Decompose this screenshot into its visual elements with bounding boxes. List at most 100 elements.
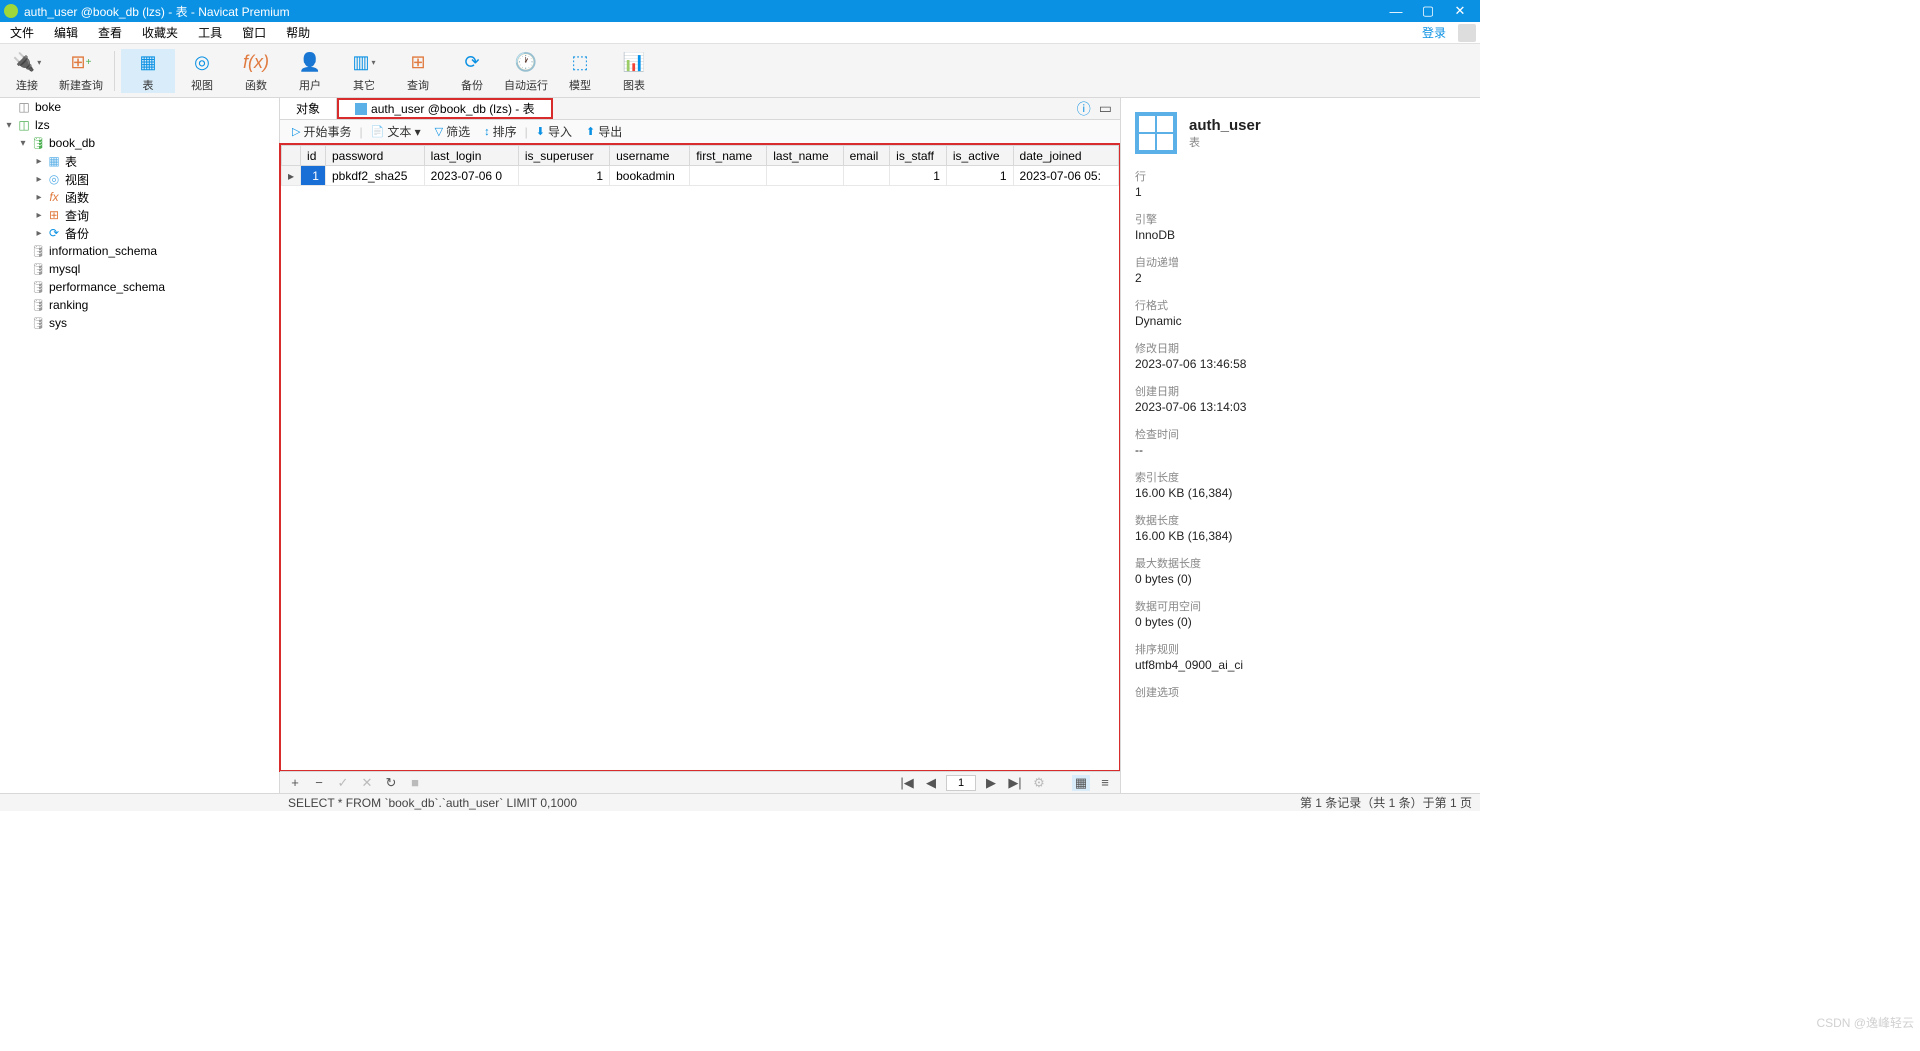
cell-is_superuser[interactable]: 1 — [518, 166, 609, 186]
prop-value: 1 — [1135, 185, 1466, 199]
toolbar-model[interactable]: ⬚ 模型 — [553, 49, 607, 93]
tree-item-函数[interactable]: ▸fx函数 — [0, 188, 279, 206]
next-page-button[interactable]: ▶ — [982, 775, 1000, 791]
toolbar-new-query[interactable]: ⊞+ 新建查询 — [54, 49, 108, 93]
toolbar: 🔌▾ 连接 ⊞+ 新建查询 ▦ 表 ◎ 视图 f(x) 函数 👤 用户 ▥▾ 其… — [0, 44, 1480, 98]
login-link[interactable]: 登录 — [1412, 22, 1456, 44]
toolbar-view[interactable]: ◎ 视图 — [175, 49, 229, 93]
sidebar-tree[interactable]: ◫boke▾◫lzs▾🛢book_db▸▦表▸◎视图▸fx函数▸⊞查询▸⟳备份🛢… — [0, 98, 280, 793]
tree-item-mysql[interactable]: 🛢mysql — [0, 260, 279, 278]
commit-button[interactable]: ✓ — [334, 775, 352, 791]
menu-edit[interactable]: 编辑 — [44, 22, 88, 44]
tree-item-sys[interactable]: 🛢sys — [0, 314, 279, 332]
tree-item-performance_schema[interactable]: 🛢performance_schema — [0, 278, 279, 296]
cell-last_login[interactable]: 2023-07-06 0 — [424, 166, 518, 186]
menu-tools[interactable]: 工具 — [188, 22, 232, 44]
last-page-button[interactable]: ▶| — [1006, 775, 1024, 791]
tree-item-视图[interactable]: ▸◎视图 — [0, 170, 279, 188]
menu-file[interactable]: 文件 — [0, 22, 44, 44]
toolbar-table[interactable]: ▦ 表 — [121, 49, 175, 93]
info-icon[interactable]: ⓘ — [1077, 99, 1091, 119]
cell-id[interactable]: 1 — [301, 166, 326, 186]
column-header-is_superuser[interactable]: is_superuser — [518, 146, 609, 166]
delete-row-button[interactable]: − — [310, 775, 328, 790]
column-header-last_name[interactable]: last_name — [767, 146, 843, 166]
tree-item-information_schema[interactable]: 🛢information_schema — [0, 242, 279, 260]
menu-help[interactable]: 帮助 — [276, 22, 320, 44]
tree-item-label: 表 — [65, 153, 77, 170]
tree-item-book_db[interactable]: ▾🛢book_db — [0, 134, 279, 152]
menubar: 文件 编辑 查看 收藏夹 工具 窗口 帮助 登录 — [0, 22, 1480, 44]
new-query-icon: ⊞+ — [54, 49, 108, 77]
filter-button[interactable]: ▽筛选 — [429, 123, 476, 140]
column-header-id[interactable]: id — [301, 146, 326, 166]
cell-is_staff[interactable]: 1 — [890, 166, 947, 186]
other-icon: ▥▾ — [337, 49, 391, 77]
form-view-button[interactable]: ≡ — [1096, 775, 1114, 790]
cancel-button[interactable]: ✕ — [358, 775, 376, 791]
toolbar-function[interactable]: f(x) 函数 — [229, 49, 283, 93]
toolbar-other[interactable]: ▥▾ 其它 — [337, 49, 391, 93]
column-header-first_name[interactable]: first_name — [690, 146, 767, 166]
page-settings-button[interactable]: ⚙ — [1030, 775, 1048, 791]
status-sql: SELECT * FROM `book_db`.`auth_user` LIMI… — [288, 796, 577, 810]
prop-检查时间: 检查时间-- — [1135, 426, 1466, 457]
tabs-row: 对象 auth_user @book_db (lzs) - 表 ⓘ ▭ — [280, 98, 1120, 120]
toolbar-connect[interactable]: 🔌▾ 连接 — [0, 49, 54, 93]
column-header-username[interactable]: username — [610, 146, 690, 166]
cell-email[interactable] — [843, 166, 890, 186]
maximize-button[interactable]: ▢ — [1412, 3, 1444, 19]
tree-item-lzs[interactable]: ▾◫lzs — [0, 116, 279, 134]
close-button[interactable]: ✕ — [1444, 3, 1476, 19]
first-page-button[interactable]: |◀ — [898, 775, 916, 791]
toolbar-user[interactable]: 👤 用户 — [283, 49, 337, 93]
toolbar-chart[interactable]: 📊 图表 — [607, 49, 661, 93]
export-button[interactable]: ⬆导出 — [580, 123, 628, 140]
minimize-button[interactable]: — — [1380, 4, 1412, 19]
cell-password[interactable]: pbkdf2_sha25 — [325, 166, 424, 186]
tab-objects[interactable]: 对象 — [280, 98, 337, 119]
detail-icon[interactable]: ▭ — [1099, 100, 1112, 117]
refresh-button[interactable]: ↻ — [382, 775, 400, 791]
tree-item-查询[interactable]: ▸⊞查询 — [0, 206, 279, 224]
plug-icon: 🔌▾ — [0, 49, 54, 77]
tree-item-boke[interactable]: ◫boke — [0, 98, 279, 116]
page-input[interactable] — [946, 775, 976, 791]
import-button[interactable]: ⬇导入 — [530, 123, 578, 140]
text-button[interactable]: 📄文本 ▾ — [365, 123, 427, 140]
toolbar-query[interactable]: ⊞ 查询 — [391, 49, 445, 93]
cell-first_name[interactable] — [690, 166, 767, 186]
begin-transaction-button[interactable]: ▷开始事务 — [286, 123, 357, 140]
column-header-is_staff[interactable]: is_staff — [890, 146, 947, 166]
filter-icon: ▽ — [435, 125, 443, 138]
column-header-last_login[interactable]: last_login — [424, 146, 518, 166]
prev-page-button[interactable]: ◀ — [922, 775, 940, 791]
tree-item-备份[interactable]: ▸⟳备份 — [0, 224, 279, 242]
export-icon: ⬆ — [586, 125, 595, 138]
table-row[interactable]: ▸1pbkdf2_sha252023-07-06 01bookadmin1120… — [282, 166, 1119, 186]
cell-date_joined[interactable]: 2023-07-06 05: — [1013, 166, 1118, 186]
cell-username[interactable]: bookadmin — [610, 166, 690, 186]
avatar-icon[interactable] — [1458, 24, 1476, 42]
menu-view[interactable]: 查看 — [88, 22, 132, 44]
column-header-is_active[interactable]: is_active — [946, 146, 1013, 166]
grid-view-button[interactable]: ▦ — [1072, 775, 1090, 791]
tree-db-icon: 🛢 — [30, 136, 46, 150]
column-header-email[interactable]: email — [843, 146, 890, 166]
cell-last_name[interactable] — [767, 166, 843, 186]
menu-window[interactable]: 窗口 — [232, 22, 276, 44]
tree-item-表[interactable]: ▸▦表 — [0, 152, 279, 170]
toolbar-backup[interactable]: ⟳ 备份 — [445, 49, 499, 93]
add-row-button[interactable]: + — [286, 775, 304, 790]
column-header-password[interactable]: password — [325, 146, 424, 166]
stop-button[interactable]: ■ — [406, 775, 424, 790]
tree-item-ranking[interactable]: 🛢ranking — [0, 296, 279, 314]
toolbar-automation[interactable]: 🕐 自动运行 — [499, 49, 553, 93]
menu-favorites[interactable]: 收藏夹 — [132, 22, 188, 44]
tree-item-label: boke — [35, 100, 61, 114]
sort-button[interactable]: ↕排序 — [478, 123, 523, 140]
cell-is_active[interactable]: 1 — [946, 166, 1013, 186]
tab-auth-user[interactable]: auth_user @book_db (lzs) - 表 — [337, 98, 553, 119]
data-grid[interactable]: idpasswordlast_loginis_superuserusername… — [279, 143, 1121, 772]
column-header-date_joined[interactable]: date_joined — [1013, 146, 1118, 166]
